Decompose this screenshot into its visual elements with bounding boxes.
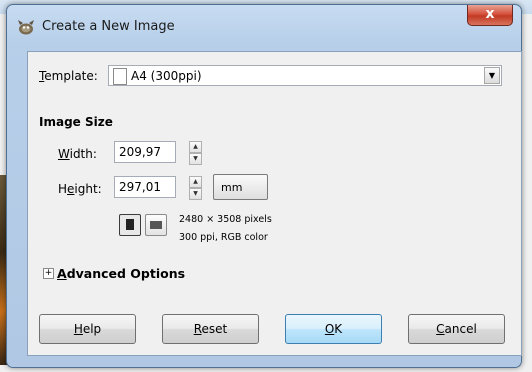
chevron-down-icon[interactable]: ▼ — [484, 67, 500, 84]
dialog-content: Template: A4 (300ppi) ▼ Image Size Width… — [27, 51, 522, 356]
width-value: 209,97 — [119, 145, 161, 159]
document-icon — [113, 68, 127, 85]
image-pixel-size: 2480 × 3508 pixels — [179, 214, 272, 225]
help-button[interactable]: Help — [39, 314, 136, 344]
portrait-button[interactable] — [119, 214, 141, 236]
template-label: Template: — [39, 69, 98, 83]
unit-value: mm — [221, 181, 243, 194]
height-increment-button[interactable]: ▲ — [189, 176, 202, 188]
portrait-orientation-icon — [126, 219, 134, 230]
unit-dropdown[interactable]: mm — [213, 174, 268, 200]
expander-plus-icon[interactable]: + — [43, 268, 54, 279]
image-size-heading: Image Size — [39, 115, 113, 129]
width-stepper[interactable]: ▲ ▼ — [189, 141, 202, 165]
height-decrement-button[interactable]: ▼ — [189, 188, 202, 200]
reset-button[interactable]: Reset — [162, 314, 259, 344]
height-input[interactable]: 297,01 — [114, 176, 176, 198]
image-resolution-info: 300 ppi, RGB color — [179, 232, 268, 243]
close-button[interactable]: x — [467, 5, 513, 26]
cancel-button[interactable]: Cancel — [408, 314, 505, 344]
ok-button[interactable]: OK — [285, 314, 382, 344]
width-label: Width: — [58, 147, 97, 161]
height-label: Height: — [58, 182, 102, 196]
title-bar[interactable]: Create a New Image x — [7, 5, 521, 51]
height-stepper[interactable]: ▲ ▼ — [189, 176, 202, 200]
window-title: Create a New Image — [42, 19, 175, 34]
landscape-button[interactable] — [145, 214, 167, 236]
gimp-wilber-icon — [17, 19, 35, 35]
template-value: A4 (300ppi) — [131, 69, 202, 83]
width-input[interactable]: 209,97 — [114, 141, 176, 163]
dialog-window: Create a New Image x Template: A4 (300pp… — [6, 4, 522, 368]
height-value: 297,01 — [119, 180, 161, 194]
width-decrement-button[interactable]: ▼ — [189, 153, 202, 165]
landscape-orientation-icon — [150, 221, 162, 229]
template-dropdown[interactable]: A4 (300ppi) ▼ — [108, 65, 502, 86]
width-increment-button[interactable]: ▲ — [189, 141, 202, 153]
advanced-options-toggle[interactable]: Advanced Options — [57, 266, 185, 281]
